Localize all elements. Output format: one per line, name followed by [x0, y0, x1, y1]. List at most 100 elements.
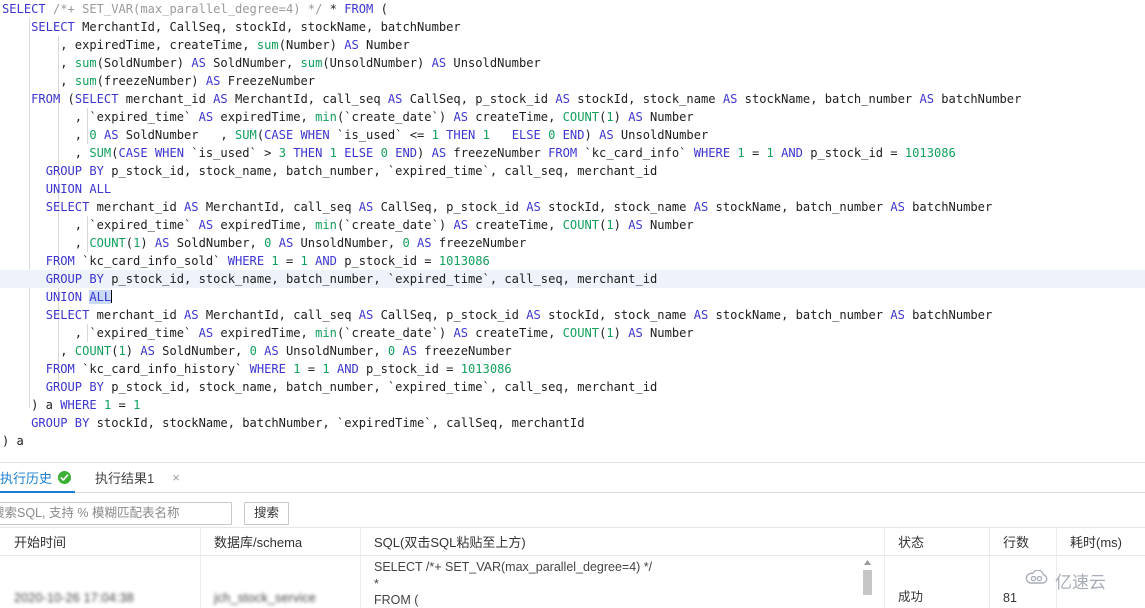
code-token: , — [2, 56, 75, 70]
code-token — [2, 92, 31, 106]
code-line[interactable]: ) a WHERE 1 = 1 — [0, 396, 1145, 414]
code-line[interactable]: , COUNT(1) AS SoldNumber, 0 AS UnsoldNum… — [0, 234, 1145, 252]
code-token: `kc_card_info` — [577, 146, 694, 160]
search-input[interactable] — [0, 502, 232, 525]
code-token: MerchantId, CallSeq, stockId, stockName,… — [75, 20, 461, 34]
code-token: 1 — [483, 128, 490, 142]
code-line[interactable]: GROUP BY stockId, stockName, batchNumber… — [0, 414, 1145, 432]
code-token: ELSE — [344, 146, 373, 160]
code-token: sum — [75, 56, 97, 70]
code-token: FROM — [31, 92, 60, 106]
code-line[interactable]: , sum(freezeNumber) AS FreezeNumber — [0, 72, 1145, 90]
code-line[interactable]: , COUNT(1) AS SoldNumber, 0 AS UnsoldNum… — [0, 342, 1145, 360]
code-line[interactable]: FROM `kc_card_info_history` WHERE 1 = 1 … — [0, 360, 1145, 378]
code-token: SELECT — [31, 20, 75, 34]
code-token: (Number) — [279, 38, 345, 52]
code-line[interactable]: , sum(SoldNumber) AS SoldNumber, sum(Uns… — [0, 54, 1145, 72]
code-token: merchant_id — [89, 200, 184, 214]
code-token: , — [2, 74, 75, 88]
code-token: ( — [373, 2, 388, 16]
code-token: createTime, — [468, 218, 563, 232]
code-token: AS — [723, 92, 738, 106]
tab-execution-history[interactable]: 执行历史 — [0, 464, 81, 492]
code-token: AS — [555, 92, 570, 106]
code-line[interactable]: , expiredTime, createTime, sum(Number) A… — [0, 36, 1145, 54]
code-token: AS — [526, 200, 541, 214]
code-line[interactable]: ) a — [0, 432, 1145, 450]
cell-sql-preview[interactable]: SELECT /*+ SET_VAR(max_parallel_degree=4… — [360, 556, 884, 608]
code-line[interactable]: UNION ALL — [0, 180, 1145, 198]
code-token: (`create_date`) — [337, 326, 454, 340]
scrollbar-thumb[interactable] — [863, 570, 872, 595]
code-line[interactable]: , SUM(CASE WHEN `is_used` > 3 THEN 1 ELS… — [0, 144, 1145, 162]
code-token: stockId, stock_name — [570, 92, 723, 106]
close-icon[interactable]: × — [172, 471, 180, 484]
code-token: createTime, — [468, 326, 563, 340]
code-token: SUM — [89, 146, 111, 160]
code-token: AS — [526, 308, 541, 322]
code-line[interactable]: FROM (SELECT merchant_id AS MerchantId, … — [0, 90, 1145, 108]
code-token: WHERE — [694, 146, 730, 160]
tab-active-underline — [0, 491, 75, 493]
sql-workbench: SELECT /*+ SET_VAR(max_parallel_degree=4… — [0, 0, 1145, 606]
scroll-up-arrow-icon[interactable] — [863, 558, 872, 567]
code-token: COUNT — [89, 236, 125, 250]
code-token: WHERE — [228, 254, 264, 268]
code-token: AS — [694, 308, 709, 322]
tab-execution-result-1[interactable]: 执行结果1 × — [95, 464, 190, 492]
code-token: = — [111, 398, 133, 412]
code-token: AS — [344, 38, 359, 52]
code-token: SoldNumber, — [169, 236, 264, 250]
code-token: UnsoldNumber, — [293, 236, 402, 250]
code-line[interactable]: GROUP BY p_stock_id, stock_name, batch_n… — [0, 378, 1145, 396]
column-header-status: 状态 — [884, 532, 989, 551]
code-token: AS — [628, 218, 643, 232]
code-line[interactable]: , 0 AS SoldNumber , SUM(CASE WHEN `is_us… — [0, 126, 1145, 144]
code-content[interactable]: SELECT /*+ SET_VAR(max_parallel_degree=4… — [0, 0, 1145, 450]
column-header-row-count: 行数 — [989, 532, 1056, 551]
code-token — [490, 128, 512, 142]
code-token — [2, 20, 31, 34]
code-token: SoldNumber, — [206, 56, 301, 70]
search-button[interactable]: 搜索 — [244, 502, 289, 525]
code-line[interactable]: GROUP BY p_stock_id, stock_name, batch_n… — [0, 162, 1145, 180]
code-line[interactable]: , `expired_time` AS expiredTime, min(`cr… — [0, 216, 1145, 234]
sql-cell-scrollbar[interactable] — [862, 558, 873, 608]
code-line[interactable]: , `expired_time` AS expiredTime, min(`cr… — [0, 324, 1145, 342]
code-token: AS — [155, 236, 170, 250]
code-token: SELECT — [75, 92, 119, 106]
code-line[interactable]: SELECT merchant_id AS MerchantId, call_s… — [0, 306, 1145, 324]
code-line[interactable]: SELECT merchant_id AS MerchantId, call_s… — [0, 198, 1145, 216]
code-token: `kc_card_info_history` — [75, 362, 250, 376]
code-token: ) — [614, 326, 629, 340]
code-token — [2, 416, 31, 430]
bottom-panel: 执行历史 执行结果1 × 搜索 — [0, 462, 1145, 607]
code-token: ( — [60, 92, 75, 106]
code-token: 1 — [322, 362, 329, 376]
code-token: AND — [315, 254, 337, 268]
code-token: AS — [199, 110, 214, 124]
code-token: batchNumber — [934, 92, 1021, 106]
code-token: GROUP BY — [46, 164, 104, 178]
text-cursor — [111, 290, 112, 303]
table-row[interactable]: 2020-10-26 17:04:38 jch_stock_service SE… — [0, 556, 1145, 608]
sql-editor[interactable]: SELECT /*+ SET_VAR(max_parallel_degree=4… — [0, 0, 1145, 462]
code-line[interactable]: , `expired_time` AS expiredTime, min(`cr… — [0, 108, 1145, 126]
code-line[interactable]: UNION ALL — [0, 288, 1145, 306]
code-token: FreezeNumber — [220, 74, 315, 88]
code-token: freezeNumber — [432, 236, 527, 250]
code-token: UnsoldNumber, — [279, 344, 388, 358]
code-line[interactable]: FROM `kc_card_info_sold` WHERE 1 = 1 AND… — [0, 252, 1145, 270]
code-line[interactable]: SELECT MerchantId, CallSeq, stockId, sto… — [0, 18, 1145, 36]
row-count-value: 81 — [1003, 591, 1017, 605]
code-line[interactable]: SELECT /*+ SET_VAR(max_parallel_degree=4… — [0, 0, 1145, 18]
code-token: merchant_id — [89, 308, 184, 322]
code-token: p_stock_id, stock_name, batch_number, `e… — [104, 380, 657, 394]
code-token: UNION — [46, 290, 90, 304]
code-token: UNION ALL — [46, 182, 112, 196]
code-token: 1 — [271, 254, 278, 268]
code-token: FROM — [344, 2, 373, 16]
code-line[interactable]: GROUP BY p_stock_id, stock_name, batch_n… — [0, 270, 1145, 288]
code-token: ELSE — [512, 128, 541, 142]
code-token — [322, 2, 329, 16]
